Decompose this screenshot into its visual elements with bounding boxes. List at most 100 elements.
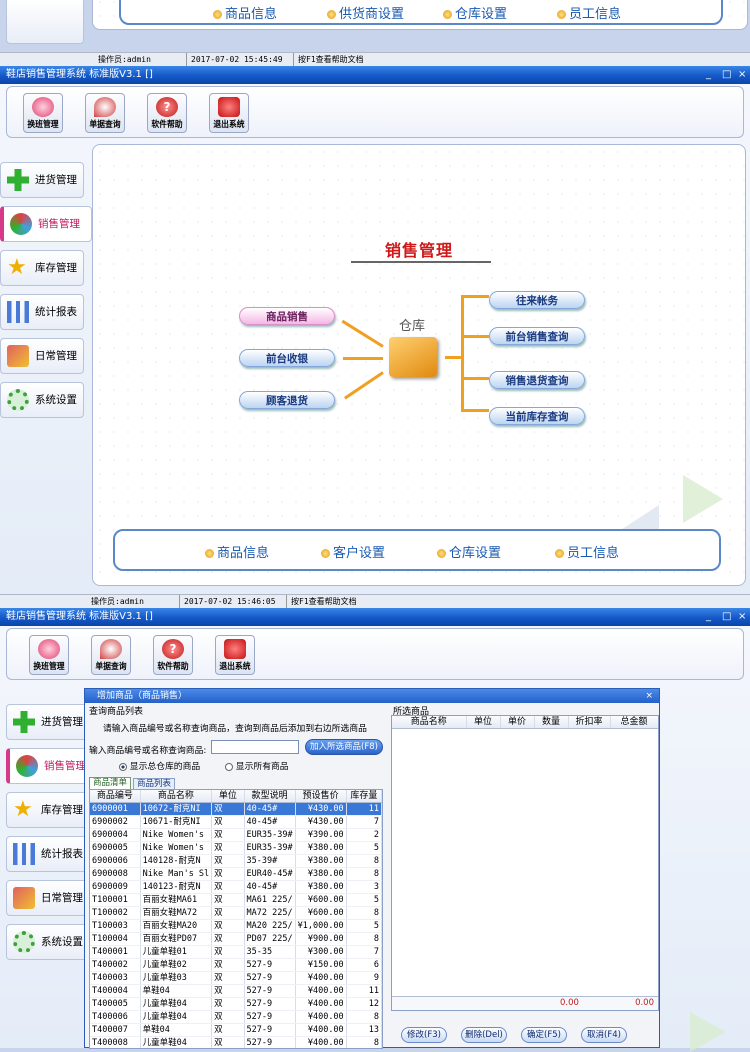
top-link-supplier-settings[interactable]: 供货商设置 (327, 3, 404, 22)
help-button[interactable]: ? 软件帮助 (147, 93, 187, 133)
table-row[interactable]: 6900008 Nike Man's Sl 双 EUR40-45# ¥380.00 8 (90, 867, 382, 881)
table-row[interactable]: T100004 百丽女鞋PD07 双 PD07 225/¥900.00 8 (90, 932, 382, 946)
sidebar-item-reports-2[interactable]: 统计报表 (6, 836, 90, 872)
table-row[interactable]: T100001 百丽女鞋MA61 双 MA61 225/¥600.00 5 (90, 893, 382, 907)
query-group-label: 查询商品列表 (89, 707, 144, 717)
sidebar-item-inventory[interactable]: ★ 库存管理 (0, 250, 84, 286)
front-cashier-button[interactable]: 前台收银 (239, 349, 335, 367)
sidebar-item-inventory-2[interactable]: ★ 库存管理 (6, 792, 90, 828)
sidebar-item-settings[interactable]: 系统设置 (0, 382, 84, 418)
window-title-bar-2[interactable]: 鞋店销售管理系统 标准版V3.1 [] _ □ × (0, 608, 750, 626)
radio-all[interactable]: 显示所有商品 (225, 759, 289, 772)
add-to-selected-button[interactable]: 加入所选商品(F8) (305, 739, 383, 755)
table-row[interactable]: 6900001 10672-耐克NI 双 40-45# ¥430.00 11 (90, 802, 382, 816)
help-button-2[interactable]: ? 软件帮助 (153, 635, 193, 675)
table-row[interactable]: T400002 儿童单鞋02 双 527-9 ¥150.00 6 (90, 958, 382, 972)
document-query-button-2[interactable]: 单据查询 (91, 635, 131, 675)
col-style[interactable]: 款型说明 (244, 790, 296, 803)
table-row[interactable]: T400006 儿童单鞋04 双 527-9 ¥400.00 8 (90, 1010, 382, 1024)
dialog-title-bar[interactable]: 增加商品（商品销售） × (85, 689, 659, 703)
sidebar-item-settings-2[interactable]: 系统设置 (6, 924, 90, 960)
cancel-button[interactable]: 取消(F4) (581, 1027, 627, 1043)
product-grid[interactable]: 商品编号 商品名称 单位 款型说明 预设售价 库存量 6900001 10672-… (89, 789, 383, 1049)
table-cell: T400007 (90, 1023, 141, 1037)
window-title-bar[interactable]: 鞋店销售管理系统 标准版V3.1 [] _ □ × (0, 66, 750, 84)
front-sales-query-button[interactable]: 前台销售查询 (489, 327, 585, 345)
gear-icon (13, 931, 35, 953)
shift-button[interactable]: 换班管理 (23, 93, 63, 133)
close-button[interactable]: × (738, 66, 746, 84)
col-price[interactable]: 预设售价 (295, 790, 347, 803)
sidebar-item-sales[interactable]: 销售管理 (0, 206, 92, 242)
radio-all-icon[interactable] (225, 762, 233, 771)
confirm-button[interactable]: 确定(F5) (521, 1027, 567, 1043)
table-row[interactable]: 6900005 Nike Women's 双 EUR35-39# ¥380.00 5 (90, 841, 382, 855)
modify-button[interactable]: 修改(F3) (401, 1027, 447, 1043)
link-customer-settings[interactable]: 客户设置 (321, 542, 385, 561)
delete-button[interactable]: 删除(Del) (461, 1027, 507, 1043)
product-sale-button[interactable]: 商品销售 (239, 307, 335, 325)
table-row[interactable]: 6900004 Nike Women's 双 EUR35-39# ¥390.00 2 (90, 828, 382, 842)
table-row[interactable]: 6900002 10671-耐克NI 双 40-45# ¥430.00 7 (90, 815, 382, 829)
shift-button-2[interactable]: 换班管理 (29, 635, 69, 675)
sidebar-item-reports[interactable]: 统计报表 (0, 294, 84, 330)
tab-product-list[interactable]: 商品清单 (89, 777, 132, 789)
sel-col-discount[interactable]: 折扣率 (568, 716, 611, 729)
sidebar-item-daily-2[interactable]: 日常管理 (6, 880, 90, 916)
sel-col-qty[interactable]: 数量 (534, 716, 569, 729)
exit-button[interactable]: 退出系统 (209, 93, 249, 133)
sel-col-total[interactable]: 总金额 (610, 716, 658, 729)
exit-button-2[interactable]: 退出系统 (215, 635, 255, 675)
minimize-button-2[interactable]: _ (706, 608, 711, 626)
product-grid-header: 商品编号 商品名称 单位 款型说明 预设售价 库存量 (90, 790, 382, 803)
table-cell: 10671-耐克NI (140, 815, 213, 829)
arrow-to-cashier (343, 357, 383, 360)
table-row[interactable]: T400008 儿童单鞋04 双 527-9 ¥400.00 8 (90, 1036, 382, 1048)
table-row[interactable]: T400004 单鞋04 双 527-9 ¥400.00 11 (90, 984, 382, 998)
selected-grid[interactable]: 商品名称 单位 单价 数量 折扣率 总金额 0.00 0.00 (391, 715, 659, 1011)
table-row[interactable]: 6900009 140123-耐克N 双 40-45# ¥380.00 3 (90, 880, 382, 894)
col-product-code[interactable]: 商品编号 (90, 790, 141, 803)
minimize-button[interactable]: _ (706, 66, 711, 84)
radio-warehouse-icon[interactable] (119, 762, 127, 771)
tab-product-catalog[interactable]: 商品列表 (133, 778, 176, 789)
table-row[interactable]: T400005 儿童单鞋04 双 527-9 ¥400.00 12 (90, 997, 382, 1011)
table-row[interactable]: T100003 百丽女鞋MA20 双 MA20 225/¥1,000.00 5 (90, 919, 382, 933)
document-query-button[interactable]: 单据查询 (85, 93, 125, 133)
col-product-name[interactable]: 商品名称 (140, 790, 213, 803)
stock-query-button[interactable]: 当前库存查询 (489, 407, 585, 425)
close-button-2[interactable]: × (738, 608, 746, 626)
sidebar-item-purchase[interactable]: 进货管理 (0, 162, 84, 198)
table-row[interactable]: T100002 百丽女鞋MA72 双 MA72 225/¥600.00 8 (90, 906, 382, 920)
accounts-button[interactable]: 往来帐务 (489, 291, 585, 309)
radio-warehouse[interactable]: 显示总仓库的商品 (119, 759, 200, 772)
link-employee-info[interactable]: 员工信息 (555, 542, 619, 561)
maximize-button[interactable]: □ (722, 66, 731, 84)
maximize-button-2[interactable]: □ (722, 608, 731, 626)
total-quantity: 0.00 (560, 998, 579, 1008)
sidebar-item-daily[interactable]: 日常管理 (0, 338, 84, 374)
plus-icon (7, 169, 29, 191)
customer-return-button[interactable]: 顾客退货 (239, 391, 335, 409)
top-link-employee-info[interactable]: 员工信息 (557, 3, 621, 22)
table-row[interactable]: T400003 儿童单鞋03 双 527-9 ¥400.00 9 (90, 971, 382, 985)
sidebar-item-purchase-2[interactable]: 进货管理 (6, 704, 90, 740)
table-row[interactable]: T400007 单鞋04 双 527-9 ¥400.00 13 (90, 1023, 382, 1037)
col-unit[interactable]: 单位 (211, 790, 245, 803)
table-cell: 双 (211, 1036, 245, 1048)
sel-col-name[interactable]: 商品名称 (392, 716, 467, 729)
top-link-warehouse-settings[interactable]: 仓库设置 (443, 3, 507, 22)
table-cell: 5 (346, 841, 382, 855)
table-cell: 8 (346, 867, 382, 881)
table-row[interactable]: 6900006 140128-耐克N 双 35-39# ¥380.00 8 (90, 854, 382, 868)
col-stock[interactable]: 库存量 (346, 790, 382, 803)
table-row[interactable]: T400001 儿童单鞋01 双 35-35 ¥300.00 7 (90, 945, 382, 959)
sales-return-query-button[interactable]: 销售退货查询 (489, 371, 585, 389)
link-product-info[interactable]: 商品信息 (205, 542, 269, 561)
dialog-close-icon[interactable]: × (645, 689, 653, 703)
sel-col-unit[interactable]: 单位 (466, 716, 501, 729)
sel-col-price[interactable]: 单价 (500, 716, 535, 729)
link-warehouse-settings[interactable]: 仓库设置 (437, 542, 501, 561)
top-link-product-info[interactable]: 商品信息 (213, 3, 277, 22)
search-input[interactable] (211, 740, 299, 754)
